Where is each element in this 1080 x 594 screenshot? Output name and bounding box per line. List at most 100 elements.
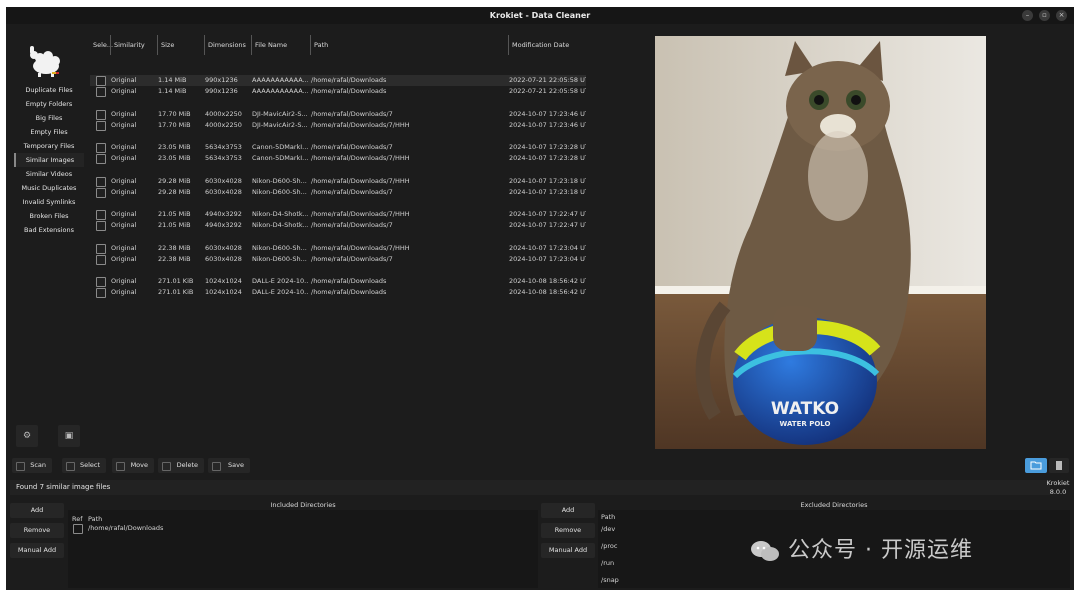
header-size[interactable]: Size [157,35,203,55]
move-icon [116,462,125,471]
table-row[interactable]: Original 17.70 MiB 4000x2250 DJI-MavicAir2-… [90,109,586,120]
table-row[interactable]: Original 22.38 MiB 6030x4028 Nikon-D600-Sh.… [90,254,586,265]
included-folders-toggle[interactable] [1025,458,1047,473]
table-row[interactable]: Original 23.05 MiB 5634x3753 Canon-5DMarkI.… [90,142,586,153]
row-checkbox[interactable] [96,87,106,97]
cell-filename: DALL-E 2024-10... [252,288,308,296]
move-button[interactable]: Move [112,458,154,473]
cell-dimensions: 6030x4028 [205,176,242,185]
cell-path: /home/rafal/Downloads/7 [311,221,393,229]
cell-similarity: Original [111,120,137,129]
table-row[interactable]: Original 23.05 MiB 5634x3753 Canon-5DMarkI.… [90,153,586,164]
header-select[interactable]: Sele... [90,35,113,55]
title-bar: Krokiet - Data Cleaner – ▫ × [6,7,1074,24]
excluded-add-button[interactable]: Add [541,503,595,518]
delete-button[interactable]: Delete [158,458,204,473]
sidebar-item-music-duplicates[interactable]: Music Duplicates [14,181,84,195]
header-path[interactable]: Path [310,35,504,55]
row-checkbox[interactable] [96,254,106,265]
cell-filename: DJI-MavicAir2-S... [252,109,308,118]
included-path[interactable]: /home/rafal/Downloads [88,524,163,532]
cell-modified: 2022-07-21 22:05:58 UT [509,87,586,95]
scan-button[interactable]: Scan [12,458,52,473]
table-row[interactable]: Original 17.70 MiB 4000x2250 DJI-MavicAir2-… [90,120,586,131]
sidebar-item-big-files[interactable]: Big Files [14,111,84,125]
cell-size: 29.28 MiB [158,187,191,196]
cell-modified: 2024-10-07 17:23:18 UT [509,176,586,185]
included-remove-button[interactable]: Remove [10,523,64,538]
excluded-path[interactable]: /snap [601,576,619,584]
table-row[interactable]: Original 1.14 MiB 990x1236 AAAAAAAAAAA.../h… [90,86,586,97]
cell-filename: Canon-5DMarkI... [252,143,308,151]
excluded-path[interactable]: /run [601,559,614,567]
sidebar-item-similar-videos[interactable]: Similar Videos [14,167,84,181]
table-row[interactable]: Original 22.38 MiB 6030x4028 Nikon-D600-Sh.… [90,243,586,254]
table-row[interactable]: Original 1.14 MiB 990x1236 AAAAAAAAAAA.../h… [90,75,586,86]
table-row[interactable]: Original 271.01 KiB 1024x1024 DALL-E 2024-1… [90,287,586,298]
sidebar-item-empty-files[interactable]: Empty Files [14,125,84,139]
cell-similarity: Original [111,221,137,229]
cell-dimensions: 6030x4028 [205,243,242,252]
ball-subtext: WATER POLO [780,420,831,428]
excluded-path[interactable]: /proc [601,542,617,550]
included-ref-header: Ref [72,515,83,523]
save-icon [212,462,221,471]
cell-path: /home/rafal/Downloads [311,288,387,296]
header-dimensions[interactable]: Dimensions [204,35,250,55]
row-checkbox[interactable] [96,154,106,164]
row-checkbox[interactable] [96,210,106,220]
sidebar-item-temporary-files[interactable]: Temporary Files [14,139,84,153]
cell-filename: DALL-E 2024-10... [252,277,308,285]
settings-button[interactable]: ⚙ [16,425,38,447]
sidebar-item-invalid-symlinks[interactable]: Invalid Symlinks [14,195,84,209]
cell-path: /home/rafal/Downloads [311,277,387,285]
table-row[interactable]: Original 21.05 MiB 4940x3292 Nikon-D4-Shotk… [90,220,586,231]
row-checkbox[interactable] [96,277,106,287]
row-checkbox[interactable] [96,288,106,298]
file-info-toggle[interactable] [1049,458,1069,473]
row-checkbox[interactable] [96,143,106,153]
image-preview: WATKO WATER POLO [655,36,986,449]
about-button[interactable]: ▣ [58,425,80,447]
wechat-icon [751,541,779,561]
cell-modified: 2024-10-07 17:23:04 UT [509,243,586,252]
included-manual-add-button[interactable]: Manual Add [10,543,64,558]
row-checkbox[interactable] [96,76,106,86]
maximize-button[interactable]: ▫ [1039,10,1050,21]
search-icon [16,462,25,471]
excluded-remove-button[interactable]: Remove [541,523,595,538]
cell-filename: Nikon-D600-Sh... [252,176,307,185]
table-row[interactable]: Original 29.28 MiB 6030x4028 Nikon-D600-Sh.… [90,176,586,187]
header-modified[interactable]: Modification Date [508,35,586,55]
save-button[interactable]: Save [208,458,250,473]
cell-modified: 2024-10-07 17:23:28 UT [509,143,586,151]
sidebar-item-duplicate-files[interactable]: Duplicate Files [14,83,84,97]
cell-path: /home/rafal/Downloads/7/HHH [311,154,410,162]
close-button[interactable]: × [1056,10,1067,21]
header-similarity[interactable]: Similarity [110,35,156,55]
excluded-manual-add-button[interactable]: Manual Add [541,543,595,558]
row-checkbox[interactable] [96,109,106,120]
row-checkbox[interactable] [96,221,106,231]
sidebar-item-similar-images[interactable]: Similar Images [14,153,84,167]
cell-similarity: Original [111,243,137,252]
row-checkbox[interactable] [96,176,106,187]
cell-similarity: Original [111,154,137,162]
file-icon [1056,461,1062,470]
cell-filename: Nikon-D4-Shotk... [252,221,308,229]
included-add-button[interactable]: Add [10,503,64,518]
row-checkbox[interactable] [96,243,106,254]
sidebar-item-empty-folders[interactable]: Empty Folders [14,97,84,111]
row-checkbox[interactable] [96,120,106,131]
table-row[interactable]: Original 21.05 MiB 4940x3292 Nikon-D4-Shotk… [90,209,586,220]
minimize-button[interactable]: – [1022,10,1033,21]
header-filename[interactable]: File Name [251,35,307,55]
included-ref-checkbox[interactable] [73,524,83,534]
sidebar-item-broken-files[interactable]: Broken Files [14,209,84,223]
table-row[interactable]: Original 271.01 KiB 1024x1024 DALL-E 2024-1… [90,276,586,287]
select-button[interactable]: Select [62,458,106,473]
table-row[interactable]: Original 29.28 MiB 6030x4028 Nikon-D600-Sh.… [90,187,586,198]
excluded-path[interactable]: /dev [601,525,615,533]
row-checkbox[interactable] [96,187,106,198]
sidebar-item-bad-extensions[interactable]: Bad Extensions [14,223,84,237]
